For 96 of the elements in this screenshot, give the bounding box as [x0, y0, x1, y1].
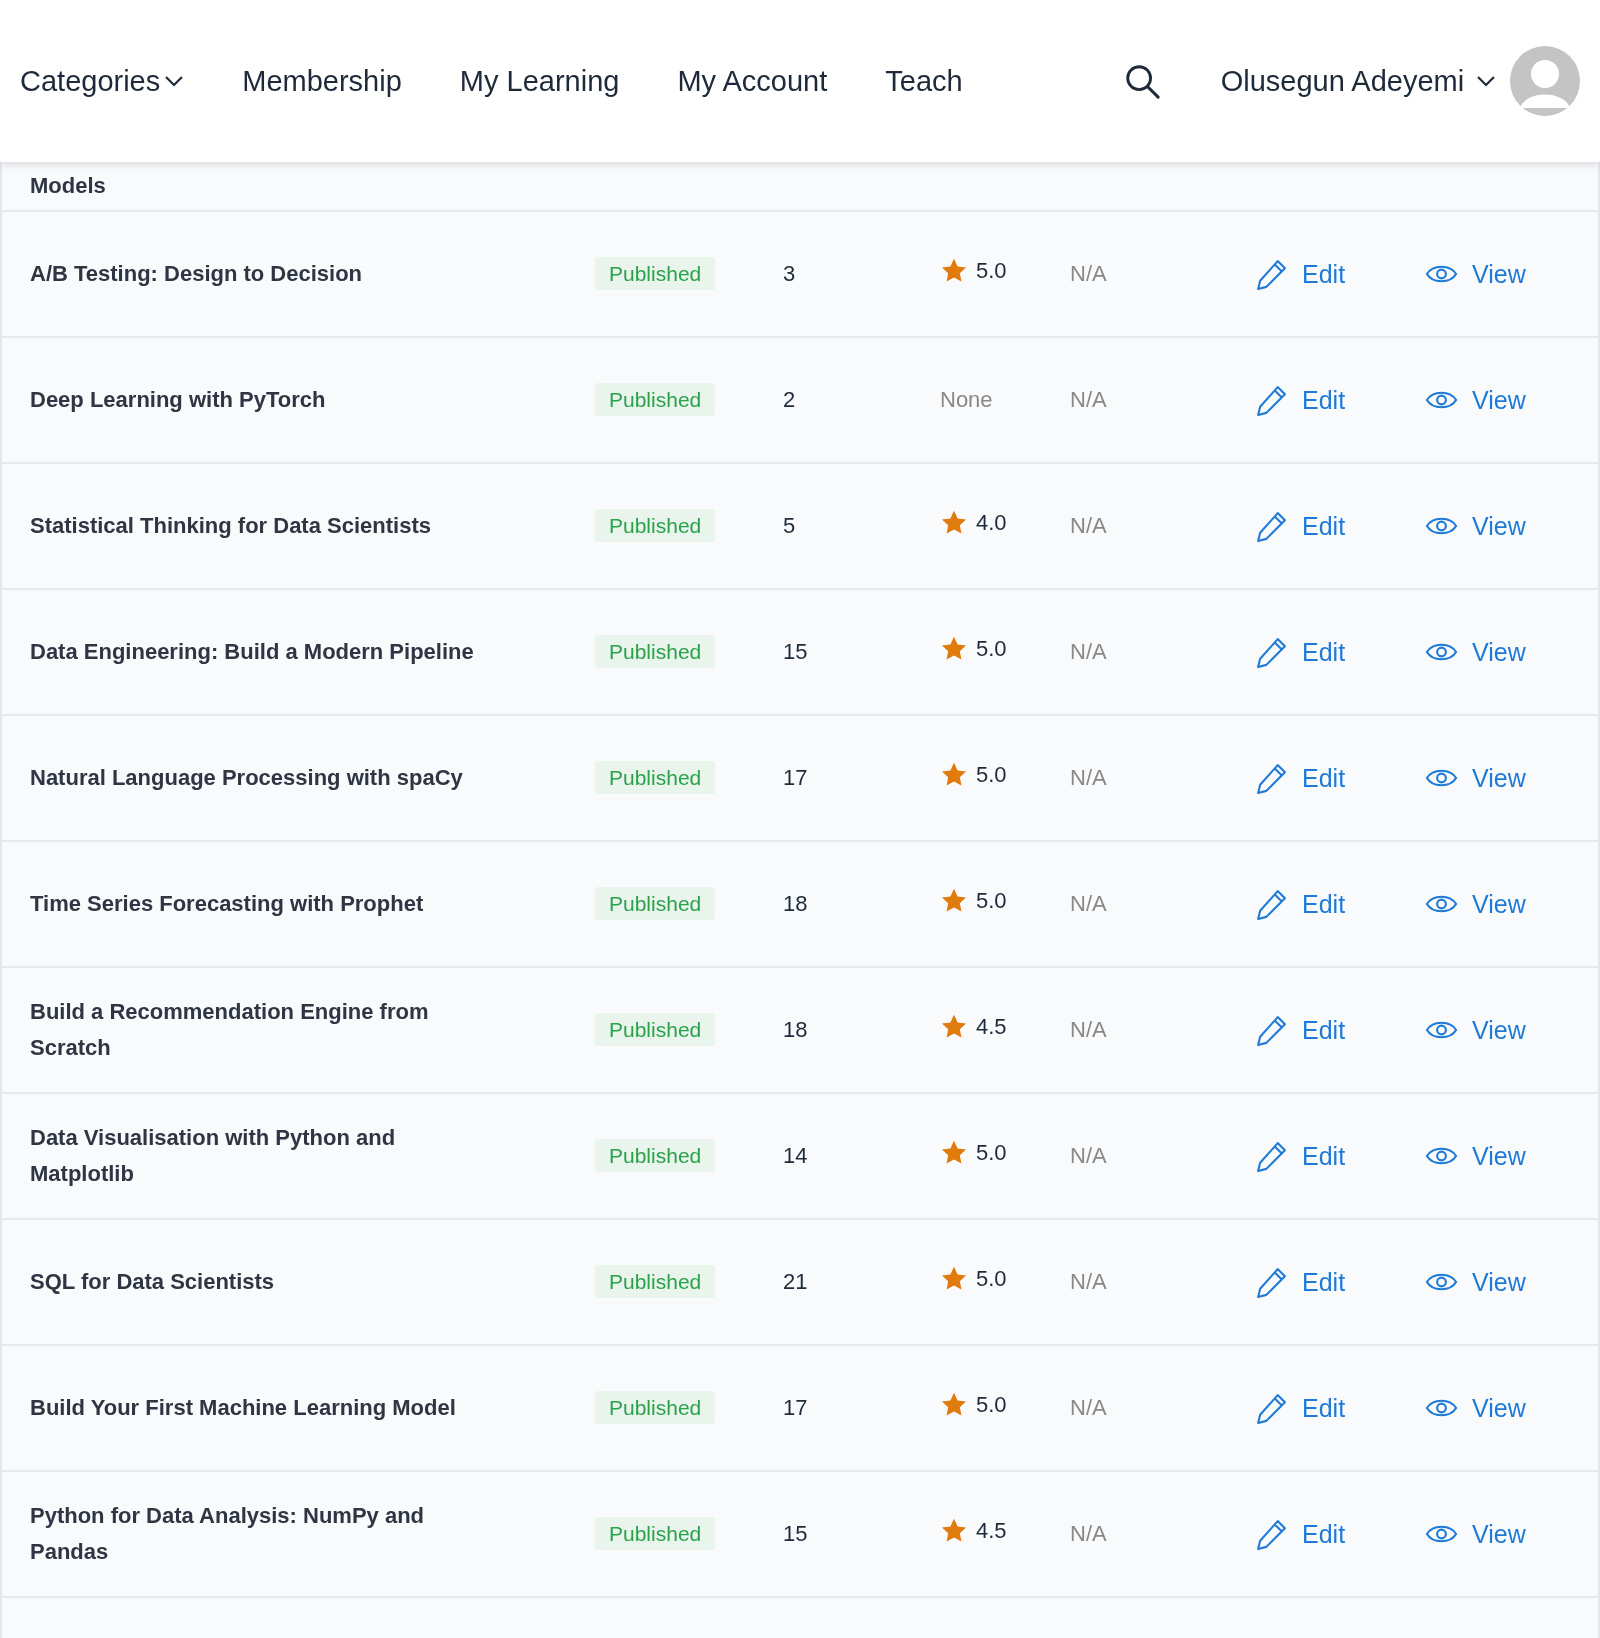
view-link[interactable]: View — [1425, 635, 1526, 669]
edit-link[interactable]: Edit — [1255, 1139, 1346, 1173]
view-link[interactable]: View — [1425, 1391, 1526, 1425]
status-badge: Published — [595, 1391, 716, 1424]
edit-link[interactable]: Edit — [1255, 257, 1346, 291]
rating-value: 4.0 — [976, 510, 1007, 536]
rating-value: 5.0 — [976, 762, 1007, 788]
rating-value: 5.0 — [976, 1266, 1007, 1292]
student-count: 17 — [783, 765, 808, 790]
course-title: Data Visualisation with Python and Matplotlib — [30, 1124, 397, 1188]
course-title: Models — [30, 172, 106, 200]
rating-value: None — [940, 387, 993, 413]
table-cell: N/A — [1070, 1269, 1107, 1294]
status-badge: Published — [595, 887, 716, 920]
course-title: Time Series Forecasting with Prophet — [30, 890, 425, 918]
status-badge: Published — [595, 383, 716, 416]
view-link[interactable]: View — [1425, 1517, 1526, 1551]
pencil-icon — [1255, 509, 1288, 543]
status-badge: Published — [595, 1013, 716, 1046]
nav-link[interactable]: Teach — [885, 64, 963, 98]
edit-link[interactable]: Edit — [1255, 635, 1346, 669]
table-cell: N/A — [1070, 639, 1107, 664]
edit-link[interactable]: Edit — [1255, 383, 1346, 417]
nav-link[interactable]: My Account — [677, 64, 828, 98]
course-title: Build a Recommendation Engine from Scratch — [30, 998, 430, 1062]
edit-link[interactable]: Edit — [1255, 509, 1346, 543]
view-link[interactable]: View — [1425, 509, 1526, 543]
table-cell: N/A — [1070, 387, 1107, 412]
student-count: 17 — [783, 1395, 808, 1420]
view-link[interactable]: View — [1425, 383, 1526, 417]
course-title: Statistical Thinking for Data Scientists — [30, 512, 432, 540]
rating-value: 5.0 — [976, 1140, 1007, 1166]
student-count: 15 — [783, 639, 808, 664]
edit-link[interactable]: Edit — [1255, 887, 1346, 921]
edit-link[interactable]: Edit — [1255, 761, 1346, 795]
table-cell: N/A — [1070, 513, 1107, 538]
edit-link[interactable]: Edit — [1255, 1391, 1346, 1425]
pencil-icon — [1255, 761, 1288, 795]
view-link[interactable]: View — [1425, 257, 1526, 291]
view-link[interactable]: View — [1425, 887, 1526, 921]
student-count: 5 — [783, 513, 796, 538]
student-count: 18 — [783, 891, 808, 916]
rating-value: 5.0 — [976, 258, 1007, 284]
table-cell: N/A — [1070, 1017, 1107, 1042]
course-title: Deep Learning with PyTorch — [30, 386, 327, 414]
table-cell: N/A — [1070, 891, 1107, 916]
table-cell: N/A — [1070, 261, 1107, 286]
pencil-icon — [1255, 257, 1288, 291]
pencil-icon — [1255, 1391, 1288, 1425]
status-badge: Published — [595, 257, 716, 290]
edit-link[interactable]: Edit — [1255, 1013, 1346, 1047]
status-badge: Published — [595, 1139, 716, 1172]
user-menu[interactable]: Olusegun Adeyemi — [1220, 64, 1497, 98]
rating-value: 5.0 — [976, 888, 1007, 914]
student-count: 2 — [783, 387, 796, 412]
pencil-icon — [1255, 1517, 1288, 1551]
view-link[interactable]: View — [1425, 761, 1526, 795]
student-count: 15 — [783, 1521, 808, 1546]
pencil-icon — [1255, 1013, 1288, 1047]
pencil-icon — [1255, 1265, 1288, 1299]
student-count: 3 — [783, 261, 796, 286]
view-link[interactable]: View — [1425, 1265, 1526, 1299]
rating-value: 4.5 — [976, 1014, 1007, 1040]
table-cell: N/A — [1070, 1395, 1107, 1420]
course-title: Data Engineering: Build a Modern Pipeline — [30, 638, 475, 666]
status-badge: Published — [595, 1265, 716, 1298]
course-title: Build Your First Machine Learning Model — [30, 1394, 457, 1422]
edit-link[interactable]: Edit — [1255, 1265, 1346, 1299]
view-link[interactable]: View — [1425, 1139, 1526, 1173]
student-count: 21 — [783, 1269, 808, 1294]
view-link[interactable]: View — [1425, 1013, 1526, 1047]
rating-value: 4.5 — [976, 1518, 1007, 1544]
status-badge: Published — [595, 761, 716, 794]
student-count: 18 — [783, 1017, 808, 1042]
status-badge: Published — [595, 1517, 716, 1550]
pencil-icon — [1255, 635, 1288, 669]
status-badge: Published — [595, 509, 716, 542]
table-cell: N/A — [1070, 1521, 1107, 1546]
nav-link[interactable]: My Learning — [459, 64, 620, 98]
nav-link[interactable]: Membership — [242, 64, 402, 98]
course-title: SQL for Data Scientists — [30, 1268, 276, 1296]
nav-link[interactable]: Categories — [20, 64, 185, 98]
rating-value: 5.0 — [976, 636, 1007, 662]
table-cell: N/A — [1070, 765, 1107, 790]
course-title: Natural Language Processing with spaCy — [30, 764, 464, 792]
caret-icon — [1476, 75, 1497, 87]
table-cell: N/A — [1070, 1143, 1107, 1168]
pencil-icon — [1255, 887, 1288, 921]
edit-link[interactable]: Edit — [1255, 1517, 1346, 1551]
pencil-icon — [1255, 1139, 1288, 1173]
pencil-icon — [1255, 383, 1288, 417]
status-badge: Published — [595, 635, 716, 668]
rating-value: 5.0 — [976, 1392, 1007, 1418]
student-count: 14 — [783, 1143, 808, 1168]
course-title: A/B Testing: Design to Decision — [30, 260, 364, 288]
course-title: Python for Data Analysis: NumPy and Pandas — [30, 1502, 426, 1566]
